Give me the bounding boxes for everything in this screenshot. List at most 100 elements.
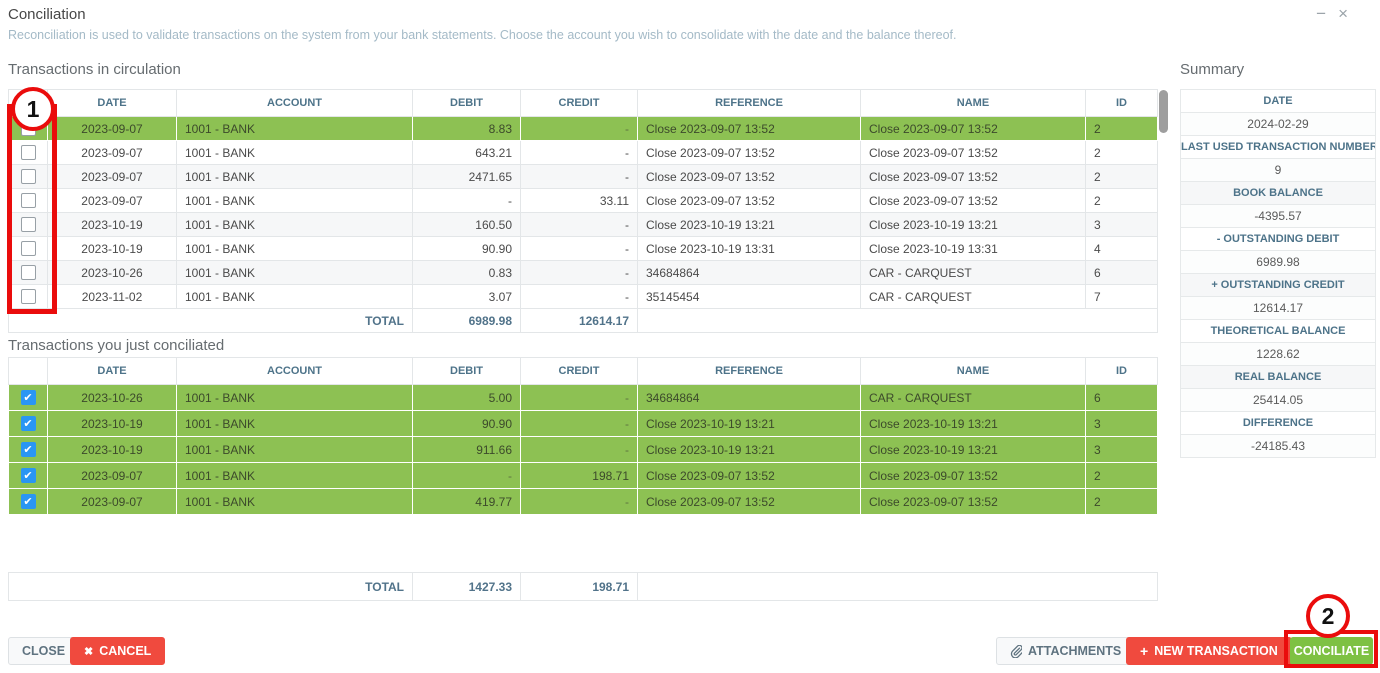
cell-credit: 198.71	[521, 463, 638, 489]
cell-reference: Close 2023-10-19 13:21	[638, 437, 861, 463]
row-checkbox[interactable]	[21, 121, 36, 136]
cell-debit: 911.66	[413, 437, 521, 463]
cell-credit: -	[521, 261, 638, 285]
close-icon[interactable]: ×	[1338, 4, 1348, 24]
cell-credit: -	[521, 437, 638, 463]
minimize-icon[interactable]: −	[1316, 4, 1326, 24]
table-row[interactable]: 2023-09-07 1001 - BANK 8.83 - Close 2023…	[9, 117, 1158, 141]
attachments-button-label: ATTACHMENTS	[1028, 644, 1121, 658]
checkbox-column-header	[9, 90, 48, 117]
reference-column-header[interactable]: REFERENCE	[638, 90, 861, 117]
summary-value-row: 9	[1181, 159, 1376, 182]
cell-debit: 419.77	[413, 489, 521, 515]
table-row[interactable]: ✔ 2023-10-19 1001 - BANK 90.90 - Close 2…	[9, 411, 1158, 437]
row-checkbox[interactable]	[21, 169, 36, 184]
attachments-button[interactable]: ATTACHMENTS	[996, 637, 1135, 665]
row-checkbox[interactable]	[21, 145, 36, 160]
credit-column-header[interactable]: CREDIT	[521, 358, 638, 385]
row-checkbox[interactable]	[21, 265, 36, 280]
summary-label: DATE	[1181, 90, 1376, 113]
summary-value: -4395.57	[1181, 205, 1376, 228]
row-checkbox[interactable]: ✔	[21, 390, 36, 405]
id-column-header[interactable]: ID	[1086, 90, 1158, 117]
summary-label-row: LAST USED TRANSACTION NUMBER	[1181, 136, 1376, 159]
name-column-header[interactable]: NAME	[861, 358, 1086, 385]
summary-value-row: 12614.17	[1181, 297, 1376, 320]
conciliated-total-label: TOTAL	[9, 573, 413, 601]
cell-account: 1001 - BANK	[177, 189, 413, 213]
summary-label: BOOK BALANCE	[1181, 182, 1376, 205]
cell-reference: Close 2023-09-07 13:52	[638, 165, 861, 189]
cell-id: 3	[1086, 213, 1158, 237]
cell-id: 6	[1086, 261, 1158, 285]
row-checkbox[interactable]: ✔	[21, 494, 36, 509]
row-checkbox[interactable]	[21, 241, 36, 256]
cell-credit: -	[521, 385, 638, 411]
cell-id: 3	[1086, 411, 1158, 437]
credit-column-header[interactable]: CREDIT	[521, 90, 638, 117]
account-column-header[interactable]: ACCOUNT	[177, 90, 413, 117]
row-checkbox-cell: ✔	[9, 411, 48, 437]
cell-id: 2	[1086, 117, 1158, 141]
cell-credit: 33.11	[521, 189, 638, 213]
cancel-button[interactable]: ✖ CANCEL	[70, 637, 165, 665]
cell-reference: Close 2023-10-19 13:31	[638, 237, 861, 261]
table-row[interactable]: 2023-10-26 1001 - BANK 0.83 - 34684864 C…	[9, 261, 1158, 285]
cell-debit: 3.07	[413, 285, 521, 309]
close-button-label: CLOSE	[22, 644, 65, 658]
table-row[interactable]: ✔ 2023-09-07 1001 - BANK - 198.71 Close …	[9, 463, 1158, 489]
debit-column-header[interactable]: DEBIT	[413, 90, 521, 117]
row-checkbox[interactable]	[21, 217, 36, 232]
summary-label-row: DIFFERENCE	[1181, 412, 1376, 435]
summary-label-row: DATE	[1181, 90, 1376, 113]
table-row[interactable]: 2023-09-07 1001 - BANK - 33.11 Close 202…	[9, 189, 1158, 213]
table-row[interactable]: 2023-10-19 1001 - BANK 90.90 - Close 202…	[9, 237, 1158, 261]
reference-column-header[interactable]: REFERENCE	[638, 358, 861, 385]
close-button[interactable]: CLOSE	[8, 637, 79, 665]
table-scrollbar[interactable]	[1159, 90, 1168, 133]
row-checkbox[interactable]: ✔	[21, 416, 36, 431]
row-checkbox[interactable]	[21, 193, 36, 208]
row-checkbox[interactable]: ✔	[21, 468, 36, 483]
table-row[interactable]: 2023-11-02 1001 - BANK 3.07 - 35145454 C…	[9, 285, 1158, 309]
cell-date: 2023-10-19	[48, 237, 177, 261]
summary-label: - OUTSTANDING DEBIT	[1181, 228, 1376, 251]
summary-value: -24185.43	[1181, 435, 1376, 458]
table-row[interactable]: 2023-10-19 1001 - BANK 160.50 - Close 20…	[9, 213, 1158, 237]
cell-debit: 2471.65	[413, 165, 521, 189]
date-column-header[interactable]: DATE	[48, 358, 177, 385]
account-column-header[interactable]: ACCOUNT	[177, 358, 413, 385]
cell-id: 2	[1086, 165, 1158, 189]
cell-account: 1001 - BANK	[177, 489, 413, 515]
row-checkbox[interactable]	[21, 289, 36, 304]
cell-date: 2023-10-19	[48, 213, 177, 237]
table-row[interactable]: 2023-09-07 1001 - BANK 2471.65 - Close 2…	[9, 165, 1158, 189]
conciliate-button[interactable]: CONCILIATE	[1290, 637, 1373, 665]
id-column-header[interactable]: ID	[1086, 358, 1158, 385]
new-transaction-button[interactable]: + NEW TRANSACTION	[1126, 637, 1292, 665]
row-checkbox-cell	[9, 261, 48, 285]
cell-credit: -	[521, 117, 638, 141]
table-row[interactable]: ✔ 2023-10-19 1001 - BANK 911.66 - Close …	[9, 437, 1158, 463]
circulation-total-label: TOTAL	[9, 309, 413, 333]
table-row[interactable]: ✔ 2023-10-26 1001 - BANK 5.00 - 34684864…	[9, 385, 1158, 411]
plus-icon: +	[1140, 643, 1148, 659]
cell-reference: 35145454	[638, 285, 861, 309]
cell-name: CAR - CARQUEST	[861, 385, 1086, 411]
cell-credit: -	[521, 489, 638, 515]
summary-table: DATE 2024-02-29 LAST USED TRANSACTION NU…	[1180, 89, 1376, 458]
debit-column-header[interactable]: DEBIT	[413, 358, 521, 385]
table-row[interactable]: ✔ 2023-09-07 1001 - BANK 419.77 - Close …	[9, 489, 1158, 515]
cell-credit: -	[521, 213, 638, 237]
summary-label: DIFFERENCE	[1181, 412, 1376, 435]
name-column-header[interactable]: NAME	[861, 90, 1086, 117]
cell-id: 2	[1086, 489, 1158, 515]
circulation-table: DATE ACCOUNT DEBIT CREDIT REFERENCE NAME…	[8, 89, 1158, 333]
summary-label: THEORETICAL BALANCE	[1181, 320, 1376, 343]
row-checkbox[interactable]: ✔	[21, 442, 36, 457]
date-column-header[interactable]: DATE	[48, 90, 177, 117]
summary-value: 25414.05	[1181, 389, 1376, 412]
paperclip-icon	[1010, 645, 1022, 658]
table-row[interactable]: 2023-09-07 1001 - BANK 643.21 - Close 20…	[9, 141, 1158, 165]
conciliated-table: DATE ACCOUNT DEBIT CREDIT REFERENCE NAME…	[8, 357, 1158, 515]
